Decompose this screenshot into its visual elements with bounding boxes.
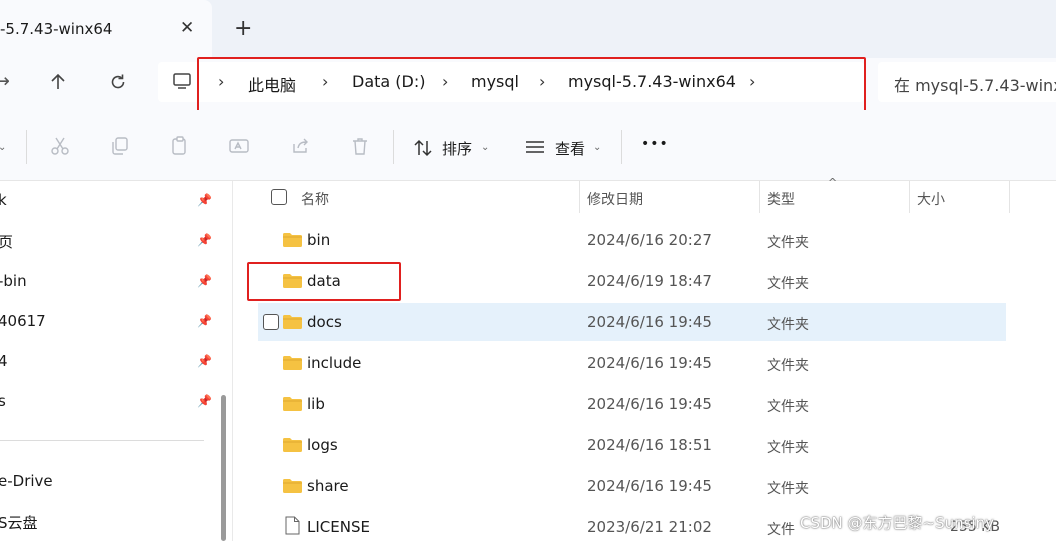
computer-icon	[172, 71, 192, 95]
folder-icon	[283, 356, 302, 370]
row-checkbox[interactable]	[263, 314, 279, 330]
tab-title[interactable]: -5.7.43-winx64	[0, 20, 112, 38]
sort-button[interactable]: 排序	[442, 138, 472, 159]
view-icon[interactable]	[525, 139, 545, 159]
file-date: 2024/6/16 19:45	[587, 313, 712, 331]
pin-icon[interactable]: 📌	[197, 233, 212, 247]
file-date: 2024/6/16 18:51	[587, 436, 712, 454]
navigation-divider	[0, 440, 204, 441]
file-date: 2024/6/16 20:27	[587, 231, 712, 249]
file-name[interactable]: docs	[307, 313, 342, 331]
pin-icon[interactable]: 📌	[197, 354, 212, 368]
file-name[interactable]: logs	[307, 436, 338, 454]
column-header-type[interactable]: 类型	[767, 189, 795, 209]
file-type: 文件夹	[767, 276, 809, 292]
file-type: 文件夹	[767, 317, 809, 333]
cloud-drive-item[interactable]: S云盘	[0, 512, 38, 533]
watermark: CSDN @东方巴黎~Sunsiny	[800, 514, 995, 532]
copy-icon[interactable]	[110, 136, 130, 160]
column-header-name[interactable]: 名称	[301, 189, 329, 209]
rename-icon[interactable]	[229, 136, 249, 160]
data-folder-highlight-box	[247, 262, 401, 301]
refresh-icon[interactable]	[108, 72, 128, 96]
chevron-down-icon[interactable]: ⌄	[0, 142, 6, 153]
file-date: 2024/6/16 19:45	[587, 477, 712, 495]
column-separator[interactable]	[759, 181, 760, 213]
file-name[interactable]: share	[307, 477, 349, 495]
file-date: 2023/6/21 21:02	[587, 518, 712, 536]
search-placeholder[interactable]: 在 mysql-5.7.43-winx	[894, 72, 1056, 96]
select-all-checkbox[interactable]	[271, 189, 287, 205]
view-button[interactable]: 查看	[555, 138, 585, 159]
file-name[interactable]: include	[307, 354, 361, 372]
file-name[interactable]: bin	[307, 231, 330, 249]
file-icon	[285, 516, 300, 535]
chevron-down-icon[interactable]: ⌄	[481, 142, 489, 153]
file-type: 文件	[767, 522, 795, 538]
file-date: 2024/6/16 19:45	[587, 354, 712, 372]
share-icon[interactable]	[290, 136, 310, 160]
toolbar-divider	[393, 130, 394, 164]
pin-icon[interactable]: 📌	[197, 193, 212, 207]
forward-icon[interactable]: →	[0, 70, 10, 92]
delete-icon[interactable]	[350, 136, 370, 160]
quick-access-item[interactable]: k	[0, 191, 7, 209]
file-name[interactable]: LICENSE	[307, 518, 370, 536]
pin-icon[interactable]: 📌	[197, 394, 212, 408]
file-type: 文件夹	[767, 235, 809, 251]
folder-icon	[283, 479, 302, 493]
quick-access-item[interactable]: s	[0, 392, 6, 410]
column-header-date[interactable]: 修改日期	[587, 189, 643, 209]
folder-icon	[283, 233, 302, 247]
pin-icon[interactable]: 📌	[197, 274, 212, 288]
navigation-scrollbar[interactable]	[221, 395, 226, 541]
file-name[interactable]: lib	[307, 395, 325, 413]
file-type: 文件夹	[767, 440, 809, 456]
chevron-down-icon[interactable]: ⌄	[593, 142, 601, 153]
file-type: 文件夹	[767, 399, 809, 415]
column-separator[interactable]	[909, 181, 910, 213]
toolbar-divider	[621, 130, 622, 164]
file-type: 文件夹	[767, 358, 809, 374]
new-tab-button[interactable]: +	[234, 18, 252, 40]
sort-icon[interactable]	[413, 139, 433, 161]
onedrive-item[interactable]: e-Drive	[0, 472, 53, 490]
quick-access-item[interactable]: 4	[0, 352, 8, 370]
quick-access-item[interactable]: 页	[0, 231, 13, 252]
up-icon[interactable]	[48, 72, 68, 96]
close-tab-icon[interactable]: ✕	[180, 18, 194, 38]
folder-icon	[283, 397, 302, 411]
paste-icon[interactable]	[170, 136, 190, 160]
file-type: 文件夹	[767, 481, 809, 497]
file-date: 2024/6/16 19:45	[587, 395, 712, 413]
quick-access-item[interactable]: -bin	[0, 272, 27, 290]
column-separator[interactable]	[579, 181, 580, 213]
folder-icon	[283, 438, 302, 452]
column-header-size[interactable]: 大小	[917, 189, 945, 209]
more-options-button[interactable]: •••	[641, 136, 669, 152]
quick-access-item[interactable]: 40617	[0, 312, 46, 330]
cut-icon[interactable]	[50, 136, 70, 160]
folder-icon	[283, 315, 302, 329]
pin-icon[interactable]: 📌	[197, 314, 212, 328]
file-date: 2024/6/19 18:47	[587, 272, 712, 290]
sort-ascending-icon: ^	[828, 176, 838, 189]
toolbar-divider	[26, 130, 27, 164]
column-separator[interactable]	[1009, 181, 1010, 213]
